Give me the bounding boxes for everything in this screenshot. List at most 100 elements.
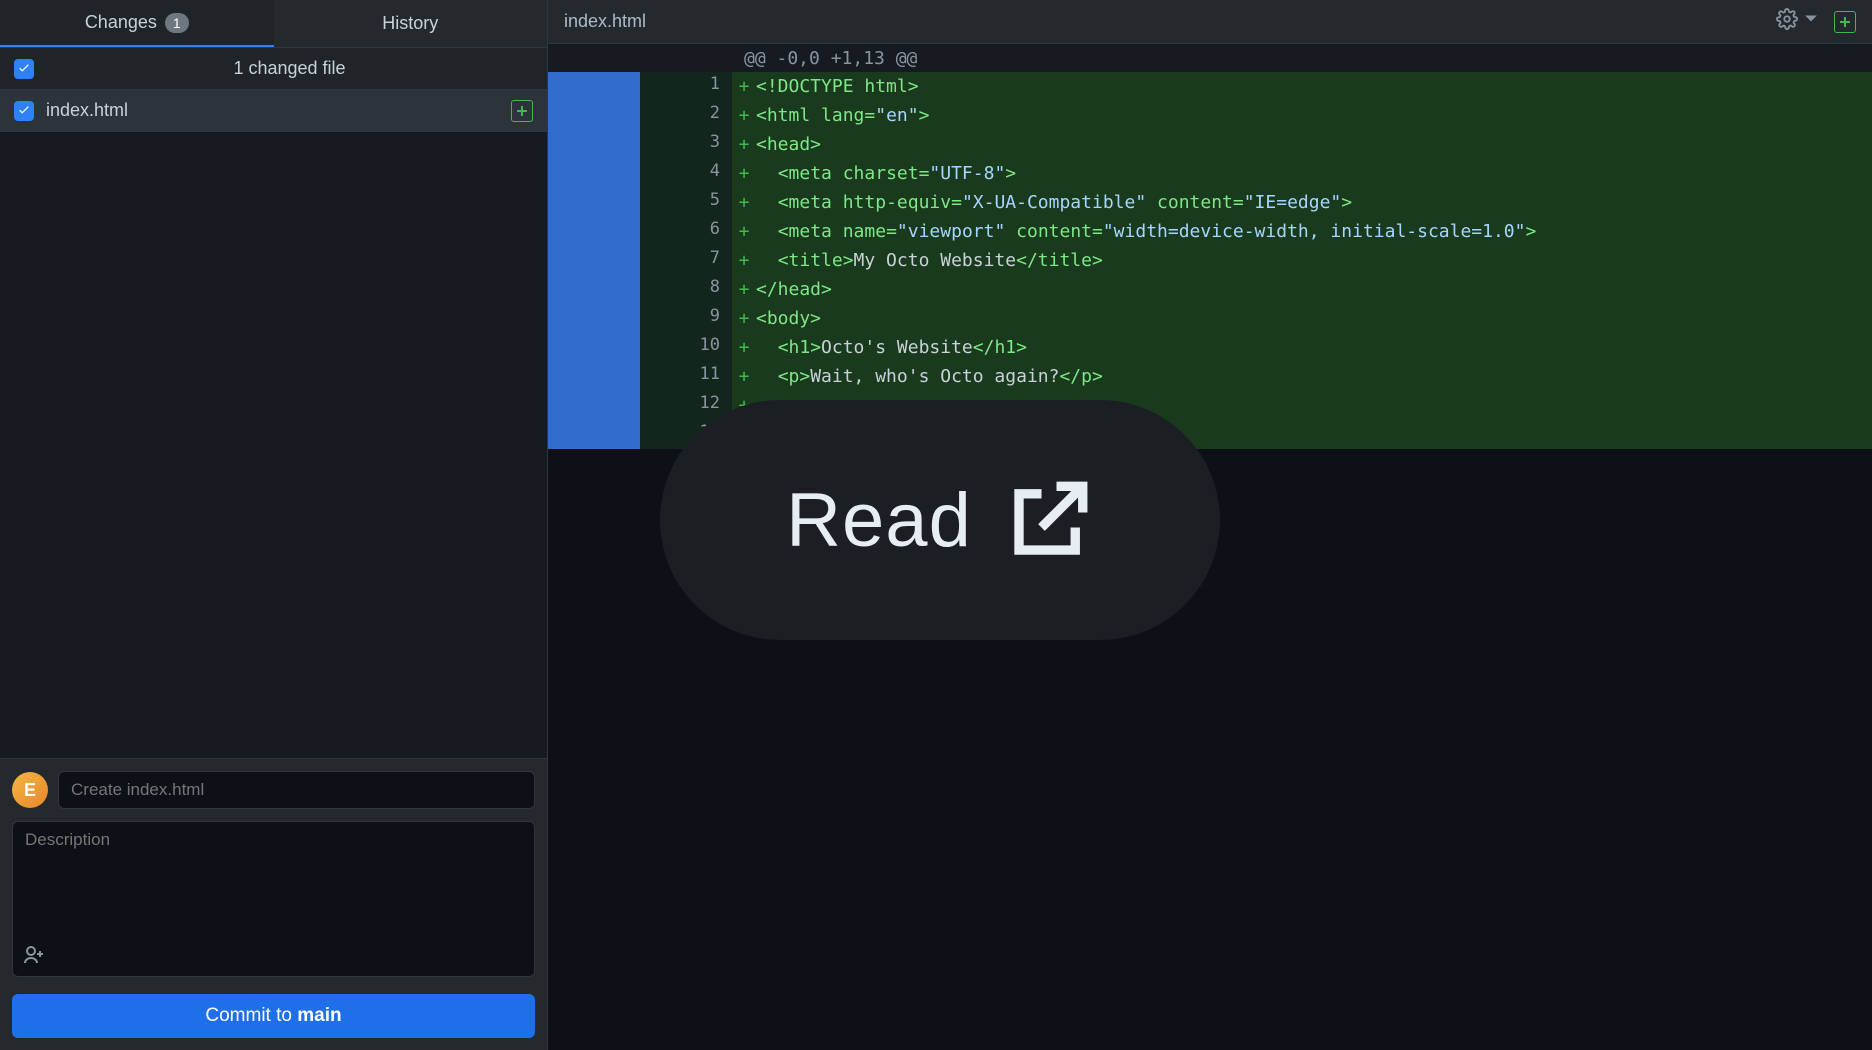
code-text: </head> [756,279,832,300]
line-content: + <p>Wait, who's Octo again?</p> [732,362,1872,391]
old-line-gutter [548,72,640,101]
line-content: + <meta charset="UTF-8"> [732,159,1872,188]
gear-icon[interactable] [1776,8,1798,35]
check-icon [17,62,31,76]
code-text: <meta http-equiv="X-UA-Compatible" conte… [756,192,1352,213]
old-line-gutter [548,304,640,333]
line-content: + <meta name="viewport" content="width=d… [732,217,1872,246]
new-line-number: 7 [640,246,732,275]
new-line-number: 11 [640,362,732,391]
old-line-gutter [548,217,640,246]
changed-files-summary: 1 changed file [46,58,533,79]
diff-line[interactable]: 3+<head> [548,130,1872,159]
commit-summary-input[interactable] [58,771,535,809]
changes-count-badge: 1 [165,13,189,33]
commit-button[interactable]: Commit to main [12,994,535,1038]
code-text: <h1>Octo's Website</h1> [756,337,1027,358]
diff-line[interactable]: 8+</head> [548,275,1872,304]
line-content: +</head> [732,275,1872,304]
diff-marker-add: + [732,105,756,126]
file-summary-row: 1 changed file [0,48,547,90]
old-line-gutter [548,391,640,420]
line-content: +<!DOCTYPE html> [732,72,1872,101]
old-line-gutter [548,333,640,362]
changed-file-row[interactable]: index.html [0,90,547,132]
chevron-down-icon[interactable] [1804,12,1818,31]
commit-description-wrap [12,821,535,982]
tab-changes[interactable]: Changes 1 [0,0,274,47]
new-line-number: 6 [640,217,732,246]
code-text: <head> [756,134,821,155]
read-overlay-button[interactable]: Read [660,400,1220,640]
tab-changes-label: Changes [85,12,157,33]
diff-file-header: index.html [548,0,1872,44]
new-line-number: 5 [640,188,732,217]
file-added-icon [511,100,533,122]
diff-line[interactable]: 11+ <p>Wait, who's Octo again?</p> [548,362,1872,391]
diff-marker-add: + [732,134,756,155]
line-content: + <title>My Octo Website</title> [732,246,1872,275]
hunk-header: @@ -0,0 +1,13 @@ [548,44,1872,72]
external-link-icon [1004,475,1094,565]
diff-line[interactable]: 7+ <title>My Octo Website</title> [548,246,1872,275]
diff-line[interactable]: 10+ <h1>Octo's Website</h1> [548,333,1872,362]
code-text: <title>My Octo Website</title> [756,250,1103,271]
tab-history-label: History [382,13,438,34]
new-line-number: 1 [640,72,732,101]
code-text: <body> [756,308,821,329]
sidebar-tabs: Changes 1 History [0,0,547,48]
new-line-number: 8 [640,275,732,304]
commit-panel: E Commit to main [0,758,547,1050]
line-content: +<head> [732,130,1872,159]
diff-line[interactable]: 1+<!DOCTYPE html> [548,72,1872,101]
diff-marker-add: + [732,221,756,242]
header-actions [1776,8,1856,35]
new-line-number: 4 [640,159,732,188]
diff-lines: 1+<!DOCTYPE html>2+<html lang="en">3+<he… [548,72,1872,449]
avatar: E [12,772,48,808]
old-line-gutter [548,246,640,275]
diff-marker-add: + [732,192,756,213]
code-text: <!DOCTYPE html> [756,76,919,97]
diff-line[interactable]: 4+ <meta charset="UTF-8"> [548,159,1872,188]
line-content: + <meta http-equiv="X-UA-Compatible" con… [732,188,1872,217]
code-text: <meta name="viewport" content="width=dev… [756,221,1536,242]
hunk-text: @@ -0,0 +1,13 @@ [732,48,917,69]
line-content: +<html lang="en"> [732,101,1872,130]
add-coauthor-icon[interactable] [22,943,46,972]
old-line-gutter [548,188,640,217]
commit-description-input[interactable] [12,821,535,977]
diff-file-name: index.html [564,11,1776,32]
old-line-gutter [548,130,640,159]
sidebar-spacer [0,132,547,758]
old-line-gutter [548,275,640,304]
diff-line[interactable]: 9+<body> [548,304,1872,333]
old-line-gutter [548,420,640,449]
diff-line[interactable]: 5+ <meta http-equiv="X-UA-Compatible" co… [548,188,1872,217]
line-content: + <h1>Octo's Website</h1> [732,333,1872,362]
old-line-gutter [548,159,640,188]
file-added-icon [1834,11,1856,33]
file-name-label: index.html [46,100,499,121]
diff-line[interactable]: 6+ <meta name="viewport" content="width=… [548,217,1872,246]
diff-marker-add: + [732,76,756,97]
commit-summary-row: E [12,771,535,809]
diff-marker-add: + [732,337,756,358]
commit-button-branch: main [297,1005,341,1026]
tab-history[interactable]: History [274,0,548,47]
old-line-gutter [548,101,640,130]
select-all-checkbox[interactable] [14,59,34,79]
code-text: <meta charset="UTF-8"> [756,163,1016,184]
code-text: <p>Wait, who's Octo again?</p> [756,366,1103,387]
read-label: Read [786,477,972,564]
diff-marker-add: + [732,279,756,300]
diff-marker-add: + [732,366,756,387]
avatar-initial: E [24,780,36,801]
new-line-number: 2 [640,101,732,130]
file-checkbox[interactable] [14,101,34,121]
diff-marker-add: + [732,308,756,329]
new-line-number: 9 [640,304,732,333]
diff-line[interactable]: 2+<html lang="en"> [548,101,1872,130]
sidebar: Changes 1 History 1 changed file index.h… [0,0,548,1050]
diff-marker-add: + [732,163,756,184]
